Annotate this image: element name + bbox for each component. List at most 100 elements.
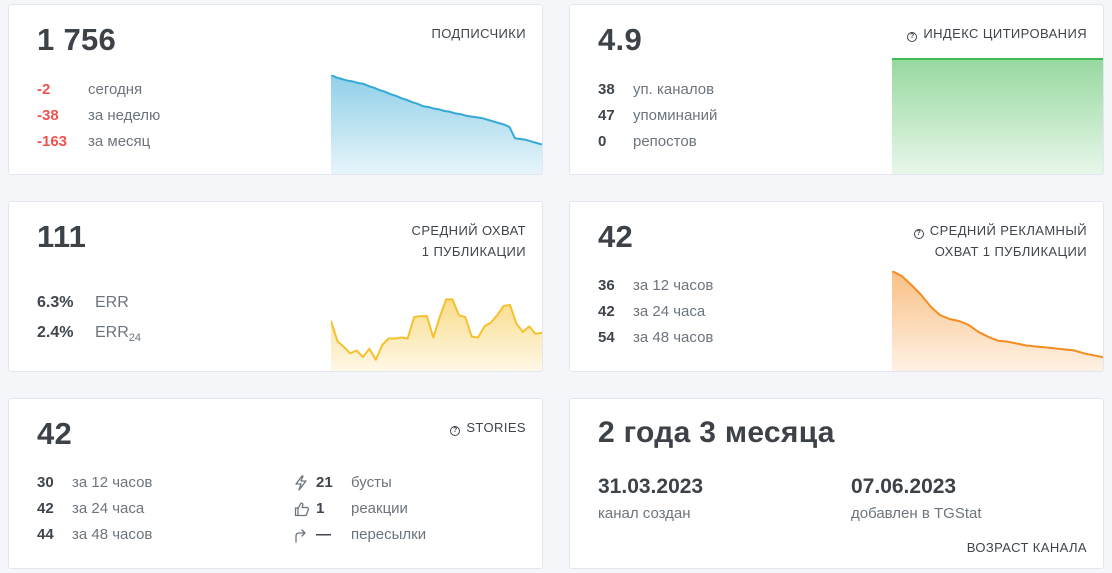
change-row: -38 за неделю xyxy=(37,103,160,129)
subscribers-sparkline xyxy=(331,75,542,174)
ad-reach-12h: 36 xyxy=(598,277,615,294)
ad-reach-trend-area xyxy=(892,271,1103,371)
err-row: 6.3% ERR xyxy=(37,288,141,318)
ad-reach-row: 36 за 12 часов xyxy=(598,273,713,299)
help-icon[interactable]: ? xyxy=(450,426,461,436)
ad-reach-12h-label: за 12 часов xyxy=(633,277,714,294)
citation-row: 38 уп. каналов xyxy=(598,77,717,103)
added-date: 07.06.2023 xyxy=(851,475,957,498)
stories-48h-label: за 48 часов xyxy=(72,526,153,543)
citation-index-value: 4.9 xyxy=(598,22,642,57)
help-icon[interactable]: ? xyxy=(907,32,918,42)
ad-reach-label-line1: ? СРЕДНИЙ РЕКЛАМНЫЙ xyxy=(913,220,1087,241)
ad-reach-label-text: СРЕДНИЙ РЕКЛАМНЫЙ xyxy=(929,223,1087,238)
lightning-icon xyxy=(294,475,316,491)
subscribers-trend-area xyxy=(331,75,542,174)
subscribers-card[interactable]: 1 756 ПОДПИСЧИКИ -2 сегодня -38 за неделю … xyxy=(8,4,543,175)
mentioning-channels-count: 38 xyxy=(598,81,615,98)
average-reach-label-line1: СРЕДНИЙ ОХВАТ xyxy=(411,223,526,238)
mentions-count: 47 xyxy=(598,107,615,124)
average-reach-label-line2: 1 ПУБЛИКАЦИИ xyxy=(421,244,526,259)
stories-row: 30 за 12 часов xyxy=(37,470,152,496)
added-block: 07.06.2023 добавлен в TGStat xyxy=(851,475,982,522)
forwards-count: — xyxy=(316,526,331,543)
ad-reach-48h-label: за 48 часов xyxy=(633,329,714,346)
subscribers-changes: -2 сегодня -38 за неделю -163 за месяц xyxy=(37,77,160,155)
thumbs-up-icon xyxy=(294,501,316,517)
subscribers-label: ПОДПИСЧИКИ xyxy=(431,26,526,41)
channel-age-value: 2 года 3 месяца xyxy=(598,416,835,449)
change-today: -2 xyxy=(37,81,51,98)
reactions-count: 1 xyxy=(316,500,325,517)
stories-label-wrap: ? STORIES xyxy=(450,417,526,438)
err-label: ERR xyxy=(95,294,129,311)
citation-chart[interactable] xyxy=(892,58,1103,174)
err24-row: 2.4% ERR24 xyxy=(37,318,141,348)
stories-12h-label: за 12 часов xyxy=(72,474,153,491)
reposts-count: 0 xyxy=(598,133,607,150)
ad-reach-48h: 54 xyxy=(598,329,615,346)
help-icon[interactable]: ? xyxy=(913,229,924,239)
share-arrow-icon xyxy=(294,527,316,543)
stories-label: STORIES xyxy=(466,420,526,435)
err24-value: 2.4% xyxy=(37,324,74,341)
ad-reach-sparkline xyxy=(892,271,1103,371)
ad-reach-24h-label: за 24 часа xyxy=(633,303,706,320)
boosts-label: бусты xyxy=(351,474,392,491)
change-week-label: за неделю xyxy=(88,107,161,124)
change-month: -163 xyxy=(37,133,68,150)
citation-stats: 38 уп. каналов 47 упоминаний 0 репостов xyxy=(598,77,717,155)
stories-stat-row: — пересылки xyxy=(294,522,426,548)
ad-reach-24h: 42 xyxy=(598,303,615,320)
err-value: 6.3% xyxy=(37,294,74,311)
stories-value: 42 xyxy=(37,416,73,451)
err-stats: 6.3% ERR 2.4% ERR24 xyxy=(37,288,141,348)
created-date: 31.03.2023 xyxy=(598,475,704,498)
stories-row: 42 за 24 часа xyxy=(37,496,152,522)
channel-age-card[interactable]: 2 года 3 месяца 31.03.2023 канал создан … xyxy=(569,398,1104,569)
created-block: 31.03.2023 канал создан xyxy=(598,475,703,522)
stories-views: 30 за 12 часов 42 за 24 часа 44 за 48 часов xyxy=(37,470,152,548)
created-label: канал создан xyxy=(598,505,691,522)
ad-reach-stats: 36 за 12 часов 42 за 24 часа 54 за 48 часов xyxy=(598,273,713,351)
ad-reach-value: 42 xyxy=(598,219,634,254)
mentioning-channels-label: уп. каналов xyxy=(633,81,715,98)
citation-label: ИНДЕКС ЦИТИРОВАНИЯ xyxy=(923,26,1087,41)
ad-reach-label-line2: ОХВАТ 1 ПУБЛИКАЦИИ xyxy=(934,244,1087,259)
citation-sparkline xyxy=(892,58,1103,174)
stories-12h: 30 xyxy=(37,474,54,491)
mentions-label: упоминаний xyxy=(633,107,718,124)
reach-trend-area xyxy=(331,299,542,371)
reposts-label: репостов xyxy=(633,133,697,150)
err24-subscript: 24 xyxy=(128,332,142,344)
citation-row: 47 упоминаний xyxy=(598,103,717,129)
ad-reach-card[interactable]: 42 ? СРЕДНИЙ РЕКЛАМНЫЙ ОХВАТ 1 ПУБЛИКАЦИИ… xyxy=(569,201,1104,372)
ad-reach-chart[interactable] xyxy=(892,271,1103,371)
stories-card[interactable]: 42 ? STORIES 30 за 12 часов 42 за 24 часа 4… xyxy=(8,398,543,569)
added-label: добавлен в TGStat xyxy=(851,505,982,522)
average-reach-label: СРЕДНИЙ ОХВАТ 1 ПУБЛИКАЦИИ xyxy=(412,220,526,262)
ad-reach-row: 42 за 24 часа xyxy=(598,299,713,325)
boosts-count: 21 xyxy=(316,474,333,491)
subscribers-chart[interactable] xyxy=(331,75,542,174)
change-row: -163 за месяц xyxy=(37,129,160,155)
average-reach-card[interactable]: 111 СРЕДНИЙ ОХВАТ 1 ПУБЛИКАЦИИ 6.3% ERR 2… xyxy=(8,201,543,372)
reactions-label: реакции xyxy=(351,500,408,517)
change-month-label: за месяц xyxy=(88,133,151,150)
stories-24h-label: за 24 часа xyxy=(72,500,145,517)
change-week: -38 xyxy=(37,107,59,124)
subscribers-count: 1 756 xyxy=(37,22,117,57)
stories-48h: 44 xyxy=(37,526,54,543)
forwards-label: пересылки xyxy=(351,526,427,543)
change-row: -2 сегодня xyxy=(37,77,160,103)
ad-reach-label: ? СРЕДНИЙ РЕКЛАМНЫЙ ОХВАТ 1 ПУБЛИКАЦИИ xyxy=(913,220,1087,262)
average-reach-value: 111 xyxy=(37,219,87,254)
reach-chart[interactable] xyxy=(331,278,542,371)
stories-engagement: 21 бусты 1 реакции — пересылки xyxy=(294,470,426,548)
citation-card[interactable]: 4.9 ? ИНДЕКС ЦИТИРОВАНИЯ 38 уп. каналов 47… xyxy=(569,4,1104,175)
reach-sparkline xyxy=(331,298,542,371)
stories-row: 44 за 48 часов xyxy=(37,522,152,548)
stories-stat-row: 21 бусты xyxy=(294,470,426,496)
channel-age-label: ВОЗРАСТ КАНАЛА xyxy=(966,540,1087,555)
stories-stat-row: 1 реакции xyxy=(294,496,426,522)
